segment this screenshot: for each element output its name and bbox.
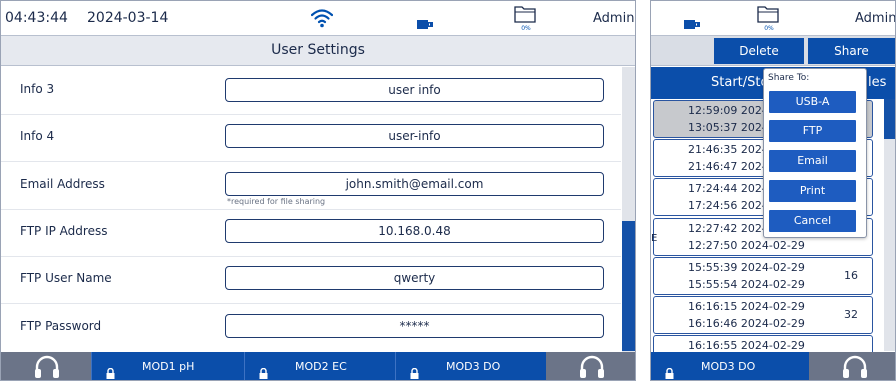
share-usb-button[interactable]: USB-A (769, 91, 856, 113)
lock-icon (259, 361, 268, 380)
row-start-time: 16:16:15 2024-02-29 (688, 300, 805, 313)
ftp-ip-label: FTP IP Address (20, 224, 108, 238)
share-ftp-button[interactable]: FTP (769, 120, 856, 142)
email-field[interactable]: john.smith@email.com (225, 172, 604, 196)
row-start-time: 15:55:39 2024-02-29 (688, 261, 805, 274)
row-stop-time: 12:27:50 2024-02-29 (688, 239, 805, 252)
info3-label: Info 3 (20, 82, 55, 96)
clock-time: 04:43:44 (5, 10, 68, 26)
row-start-time: 21:46:35 2024- (688, 143, 773, 156)
email-hint: *required for file sharing (227, 197, 326, 206)
edge-label: E (651, 233, 658, 244)
status-bar: 04:43:44 2024-03-14 0% Admin (1, 1, 635, 36)
headset-left-button[interactable] (1, 352, 91, 380)
scrollbar-thumb[interactable] (884, 99, 895, 139)
share-button[interactable]: Share (808, 38, 895, 64)
row-start-time: 12:27:42 2024- (688, 222, 773, 235)
clock-date: 2024-03-14 (87, 10, 169, 26)
user-name[interactable]: Admin (593, 11, 634, 26)
folder-icon: 0% (757, 4, 779, 34)
headset-right-button[interactable] (546, 352, 635, 380)
table-row[interactable]: 15:55:39 2024-02-29 15:55:54 2024-02-29 … (653, 257, 873, 295)
share-email-button[interactable]: Email (769, 150, 856, 172)
wifi-icon (310, 8, 334, 32)
table-row[interactable]: 16:16:15 2024-02-29 16:16:46 2024-02-29 … (653, 296, 873, 334)
email-label: Email Address (20, 177, 105, 191)
status-bar: 0% Admin (651, 1, 895, 36)
share-print-button[interactable]: Print (769, 180, 856, 202)
row-sample-count: 16 (844, 269, 858, 282)
module-3-button[interactable]: MOD3 DO (395, 352, 546, 380)
lock-icon (106, 361, 115, 380)
row-stop-time: 17:24:56 2024- (688, 199, 773, 212)
row-stop-time: 15:55:54 2024-02-29 (688, 278, 805, 291)
divider (1, 114, 621, 115)
column-header-samples[interactable]: les (868, 67, 886, 99)
folder-icon: 0% (514, 4, 536, 34)
delete-button[interactable]: Delete (714, 38, 804, 64)
headset-right-button[interactable] (809, 352, 895, 380)
usb-drive-icon (684, 14, 700, 33)
ftp-password-field[interactable]: ***** (225, 314, 604, 338)
row-stop-time: 13:05:37 2024- (688, 121, 773, 134)
info4-field[interactable]: user-info (225, 124, 604, 148)
share-popup: Share To: USB-A FTP Email Print Cancel (763, 68, 867, 238)
bottom-bar: MOD1 pH MOD2 EC MOD3 DO (1, 352, 635, 380)
divider (1, 303, 621, 304)
divider (1, 209, 621, 210)
storage-percent: 0% (764, 25, 774, 32)
data-log-screen: 0% Admin Delete Share Start/Sto les 12:5… (650, 0, 896, 381)
ftp-password-label: FTP Password (20, 319, 102, 333)
module-3-button[interactable]: MOD3 DO (651, 352, 809, 380)
settings-list: Info 3 user info Info 4 user-info Email … (1, 67, 621, 352)
module-3-label: MOD3 DO (446, 360, 501, 373)
row-stop-time: 21:46:47 2024- (688, 160, 773, 173)
divider (1, 256, 621, 257)
scrollbar-thumb[interactable] (622, 221, 635, 351)
row-start-time: 12:59:09 2024- (688, 104, 773, 117)
ftp-ip-field[interactable]: 10.168.0.48 (225, 219, 604, 243)
module-1-button[interactable]: MOD1 pH (91, 352, 244, 380)
lock-icon (665, 361, 674, 380)
action-toolbar: Delete Share (651, 36, 895, 66)
usb-drive-icon (417, 14, 433, 33)
divider (1, 161, 621, 162)
module-2-label: MOD2 EC (295, 360, 347, 373)
ftp-user-label: FTP User Name (20, 271, 112, 285)
row-start-time: 16:16:55 2024-02-29 (688, 339, 805, 352)
user-name[interactable]: Admin (855, 11, 895, 26)
lock-icon (410, 361, 419, 380)
ftp-user-field[interactable]: qwerty (225, 266, 604, 290)
user-settings-screen: 04:43:44 2024-03-14 0% Admin User Settin… (0, 0, 636, 381)
row-stop-time: 16:16:46 2024-02-29 (688, 317, 805, 330)
module-3-label: MOD3 DO (701, 360, 756, 373)
page-title: User Settings (1, 36, 635, 66)
info3-field[interactable]: user info (225, 78, 604, 102)
row-start-time: 17:24:44 2024- (688, 182, 773, 195)
share-popup-title: Share To: (768, 73, 810, 83)
column-header-start-stop[interactable]: Start/Sto (711, 67, 768, 99)
module-2-button[interactable]: MOD2 EC (244, 352, 395, 380)
bottom-bar: MOD3 DO (651, 352, 895, 380)
module-1-label: MOD1 pH (142, 360, 195, 373)
storage-percent: 0% (521, 25, 531, 32)
row-sample-count: 32 (844, 308, 858, 321)
info4-label: Info 4 (20, 129, 55, 143)
share-cancel-button[interactable]: Cancel (769, 210, 856, 232)
